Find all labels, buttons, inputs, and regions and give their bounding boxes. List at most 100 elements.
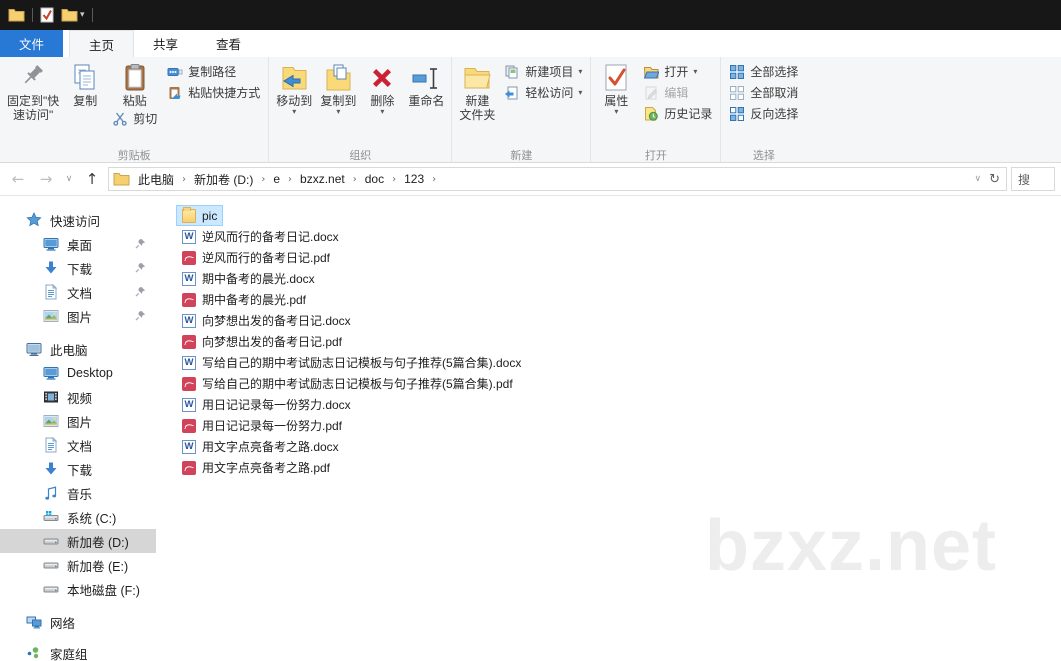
sidebar-item-drive-e[interactable]: 新加卷 (E:) xyxy=(0,553,156,577)
rename-button[interactable]: 重命名 xyxy=(404,59,448,108)
dropdown-arrow-icon: ▾ xyxy=(380,108,384,116)
file-row[interactable]: 逆风而行的备考日记.docx xyxy=(176,226,345,247)
paste-button[interactable]: 粘贴 xyxy=(107,59,162,108)
folder-row-pic[interactable]: pic xyxy=(176,205,223,226)
select-all-button[interactable]: 全部选择 xyxy=(724,61,803,82)
pin-icon xyxy=(135,262,146,273)
breadcrumb-item[interactable]: bzxz.net› xyxy=(294,170,357,188)
qat-new-folder-icon[interactable]: ▾ xyxy=(61,8,85,22)
tab-file[interactable]: 文件 xyxy=(0,30,63,57)
search-input[interactable]: 搜 xyxy=(1011,167,1055,191)
sidebar-item-drive-c[interactable]: 系统 (C:) xyxy=(0,505,156,529)
file-row[interactable]: 向梦想出发的备考日记.pdf xyxy=(176,331,348,352)
new-folder-button[interactable]: 新建 文件夹 xyxy=(455,59,499,122)
tab-view[interactable]: 查看 xyxy=(197,30,260,57)
pushpin-icon xyxy=(17,62,49,94)
breadcrumb-item[interactable]: 此电脑› xyxy=(132,169,186,190)
file-type-icon xyxy=(182,398,196,412)
breadcrumb-item[interactable]: doc› xyxy=(359,170,396,188)
sidebar-item-quick-access[interactable]: 快速访问 xyxy=(0,208,156,232)
file-name: 向梦想出发的备考日记.pdf xyxy=(202,333,342,350)
delete-button[interactable]: 删除 ▾ xyxy=(360,59,404,116)
easy-access-button[interactable]: 轻松访问 ▾ xyxy=(499,82,587,103)
folder-name: pic xyxy=(202,209,217,223)
sidebar-item-desktop[interactable]: 桌面 xyxy=(0,232,156,256)
back-button[interactable]: ← xyxy=(6,170,30,188)
video-icon xyxy=(43,389,59,405)
tab-home[interactable]: 主页 xyxy=(69,30,134,57)
file-name: 逆风而行的备考日记.docx xyxy=(202,228,339,245)
file-row[interactable]: 期中备考的晨光.pdf xyxy=(176,289,312,310)
refresh-icon[interactable]: ↻ xyxy=(989,172,1000,187)
new-item-button[interactable]: 新建项目 ▾ xyxy=(499,61,587,82)
sidebar-item-desktop-pc[interactable]: Desktop xyxy=(0,361,156,385)
edit-icon xyxy=(643,85,659,101)
sidebar-item-downloads-pc[interactable]: 下载 xyxy=(0,457,156,481)
sidebar-item-drive-f[interactable]: 本地磁盘 (F:) xyxy=(0,577,156,601)
up-button[interactable]: ↑ xyxy=(80,170,104,188)
copy-to-button[interactable]: 复制到 ▾ xyxy=(316,59,360,116)
qat-properties-icon[interactable] xyxy=(40,7,54,23)
copy-button[interactable]: 复制 xyxy=(63,59,107,108)
file-row[interactable]: 写给自己的期中考试励志日记模板与句子推荐(5篇合集).pdf xyxy=(176,373,519,394)
computer-icon xyxy=(26,341,42,357)
forward-button[interactable]: → xyxy=(34,170,58,188)
watermark: bzxz.net xyxy=(705,505,997,587)
properties-button[interactable]: 属性 ▾ xyxy=(594,59,638,116)
sidebar-item-documents[interactable]: 文档 xyxy=(0,280,156,304)
file-row[interactable]: 向梦想出发的备考日记.docx xyxy=(176,310,357,331)
qat-separator xyxy=(92,8,93,22)
new-folder-icon xyxy=(461,62,493,94)
move-to-button[interactable]: 移动到 ▾ xyxy=(272,59,316,116)
chevron-right-icon: › xyxy=(432,174,436,185)
address-dropdown-icon[interactable]: ∨ xyxy=(975,174,982,184)
easy-access-icon xyxy=(504,85,520,101)
edit-button[interactable]: 编辑 xyxy=(638,82,717,103)
sidebar-item-music[interactable]: 音乐 xyxy=(0,481,156,505)
sidebar-item-downloads[interactable]: 下载 xyxy=(0,256,156,280)
file-name: 用文字点亮备考之路.pdf xyxy=(202,459,330,476)
dropdown-arrow-icon: ▾ xyxy=(292,108,296,116)
select-all-icon xyxy=(729,64,745,80)
sidebar-item-homegroup[interactable]: 家庭组 xyxy=(0,641,156,661)
file-row[interactable]: 逆风而行的备考日记.pdf xyxy=(176,247,336,268)
file-row[interactable]: 用日记记录每一份努力.docx xyxy=(176,394,357,415)
group-new: 新建 文件夹 新建项目 ▾ 轻松访问 ▾ 新建 xyxy=(452,57,591,162)
cut-button[interactable]: 剪切 xyxy=(107,108,162,129)
file-row[interactable]: 写给自己的期中考试励志日记模板与句子推荐(5篇合集).docx xyxy=(176,352,527,373)
history-button[interactable]: 历史记录 xyxy=(638,103,717,124)
invert-selection-button[interactable]: 反向选择 xyxy=(724,103,803,124)
qat-folder-icon[interactable] xyxy=(8,8,25,22)
breadcrumb-item[interactable]: e› xyxy=(267,170,292,188)
sidebar-item-documents-pc[interactable]: 文档 xyxy=(0,433,156,457)
tab-share[interactable]: 共享 xyxy=(134,30,197,57)
copy-path-button[interactable]: 复制路径 xyxy=(162,61,265,82)
breadcrumb-item[interactable]: 123› xyxy=(398,170,436,188)
sidebar-item-pictures-pc[interactable]: 图片 xyxy=(0,409,156,433)
file-row[interactable]: 用日记记录每一份努力.pdf xyxy=(176,415,348,436)
history-icon xyxy=(643,106,659,122)
sidebar-item-network[interactable]: 网络 xyxy=(0,610,156,634)
select-none-button[interactable]: 全部取消 xyxy=(724,82,803,103)
file-name: 向梦想出发的备考日记.docx xyxy=(202,312,351,329)
dropdown-arrow-icon: ▾ xyxy=(336,108,340,116)
file-row[interactable]: 期中备考的晨光.docx xyxy=(176,268,321,289)
paste-shortcut-button[interactable]: 粘贴快捷方式 xyxy=(162,82,265,103)
copy-path-icon xyxy=(167,64,183,80)
ribbon: 固定到"快 速访问" 复制 粘贴 剪切 xyxy=(0,57,1061,163)
breadcrumb[interactable]: 此电脑› 新加卷 (D:)› e› bzxz.net› doc› 123› ∨ … xyxy=(108,167,1007,191)
group-select: 全部选择 全部取消 反向选择 选择 xyxy=(721,57,806,162)
drive-icon xyxy=(43,533,59,549)
pin-to-quick-access-button[interactable]: 固定到"快 速访问" xyxy=(3,59,63,122)
music-note-icon xyxy=(43,485,59,501)
recent-locations-icon[interactable]: ∨ xyxy=(62,174,76,184)
sidebar-item-drive-d[interactable]: 新加卷 (D:) xyxy=(0,529,156,553)
qat-dropdown-icon[interactable]: ▾ xyxy=(80,10,85,20)
breadcrumb-item[interactable]: 新加卷 (D:)› xyxy=(188,169,265,190)
sidebar-item-pictures[interactable]: 图片 xyxy=(0,304,156,328)
sidebar-item-this-pc[interactable]: 此电脑 xyxy=(0,337,156,361)
sidebar-item-videos[interactable]: 视频 xyxy=(0,385,156,409)
file-row[interactable]: 用文字点亮备考之路.docx xyxy=(176,436,345,457)
file-row[interactable]: 用文字点亮备考之路.pdf xyxy=(176,457,336,478)
open-button[interactable]: 打开 ▾ xyxy=(638,61,717,82)
